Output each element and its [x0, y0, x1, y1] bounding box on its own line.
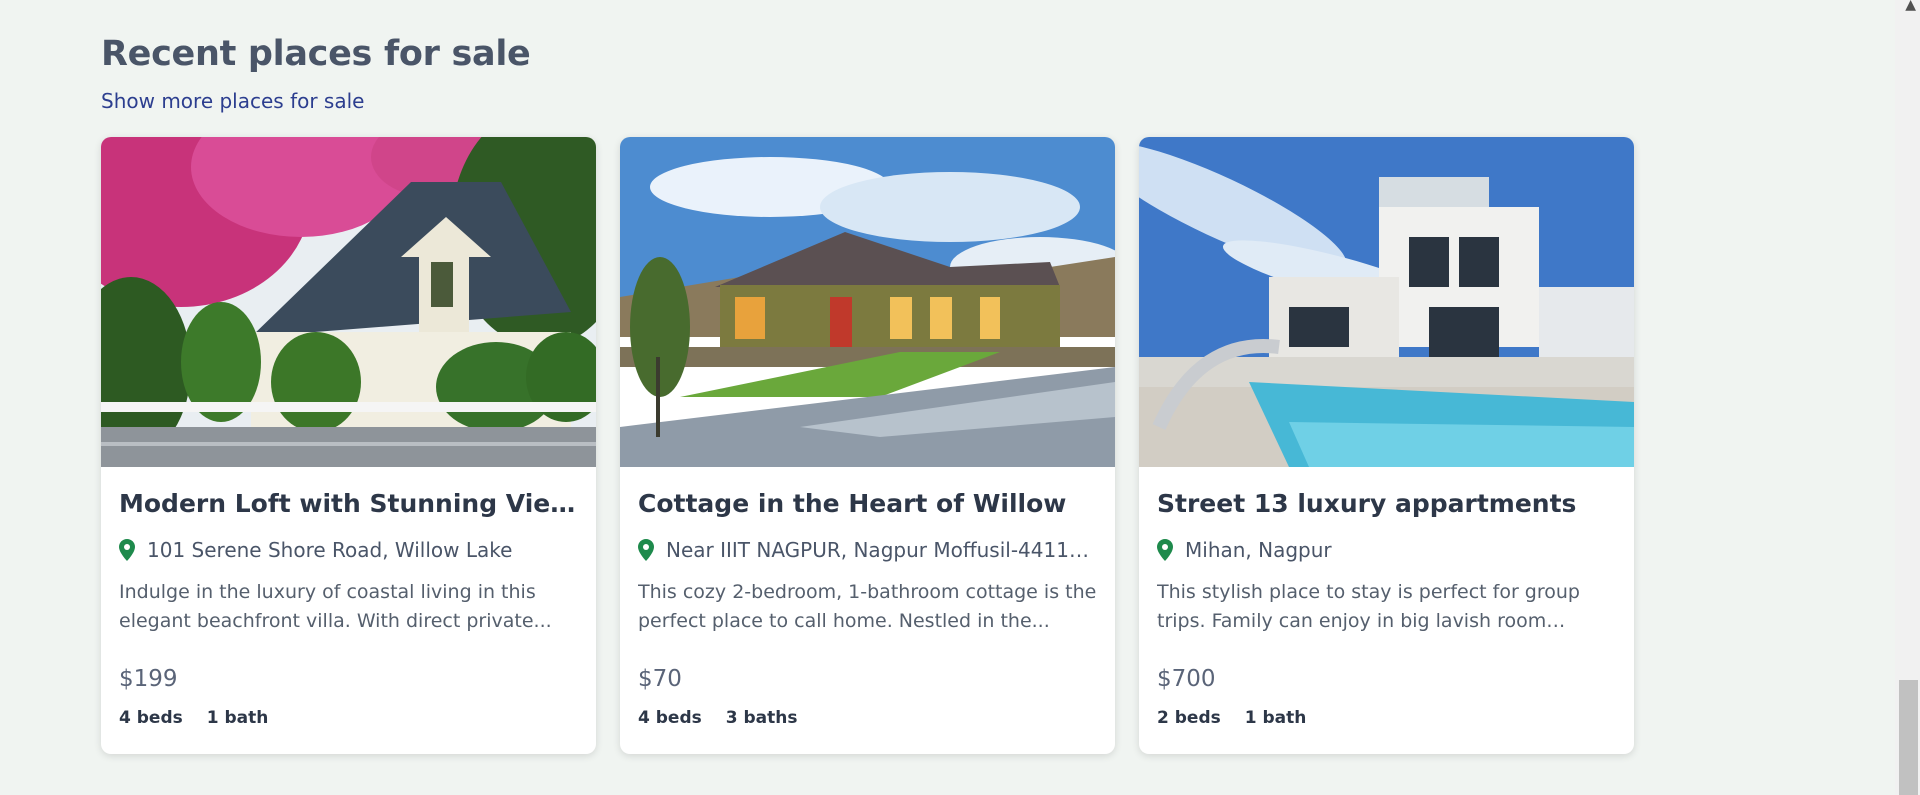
listing-beds: 4 beds [119, 708, 183, 728]
listing-title: Cottage in the Heart of Willow [638, 489, 1067, 518]
listing-address: Mihan, Nagpur [1157, 538, 1616, 562]
listing-address-text: 101 Serene Shore Road, Willow Lake [147, 538, 513, 562]
listing-beds: 4 beds [638, 708, 702, 728]
listing-card[interactable]: Cottage in the Heart of Willow Near IIIT… [620, 137, 1115, 754]
listing-cards: Modern Loft with Stunning Views 101 Sere… [101, 137, 1634, 754]
listing-meta: 2 beds 1 bath [1157, 708, 1616, 728]
listing-address-text: Near IIIT NAGPUR, Nagpur Moffusil-441108… [666, 538, 1097, 562]
listing-meta: 4 beds 1 bath [119, 708, 578, 728]
listing-address-text: Mihan, Nagpur [1185, 538, 1332, 562]
page-scrollbar[interactable]: ▲ [1895, 0, 1920, 795]
map-pin-icon [119, 539, 135, 561]
page: Recent places for sale Show more places … [0, 0, 1920, 795]
listing-card[interactable]: Modern Loft with Stunning Views 101 Sere… [101, 137, 596, 754]
scrollbar-thumb[interactable] [1899, 680, 1918, 795]
listing-title: Street 13 luxury appartments [1157, 489, 1577, 518]
map-pin-icon [638, 539, 654, 561]
show-more-link[interactable]: Show more places for sale [101, 89, 364, 113]
listing-card[interactable]: Street 13 luxury appartments Mihan, Nagp… [1139, 137, 1634, 754]
listing-address: Near IIIT NAGPUR, Nagpur Moffusil-441108… [638, 538, 1097, 562]
map-pin-icon [1157, 539, 1173, 561]
chevron-up-icon[interactable]: ▲ [1905, 0, 1916, 12]
listing-baths: 1 bath [1244, 708, 1307, 728]
section-title: Recent places for sale [101, 34, 531, 74]
listing-photo-villa [1139, 137, 1634, 467]
listing-photo-cottage [620, 137, 1115, 467]
listing-price: $70 [638, 666, 682, 692]
listing-price: $700 [1157, 666, 1216, 692]
listing-baths: 3 baths [725, 708, 798, 728]
listing-photo-house [101, 137, 596, 467]
listing-description: This cozy 2-bedroom, 1-bathroom cottage … [638, 581, 1097, 632]
listing-description: This stylish place to stay is perfect fo… [1157, 581, 1580, 632]
listing-beds: 2 beds [1157, 708, 1221, 728]
listing-meta: 4 beds 3 baths [638, 708, 1097, 728]
listing-title: Modern Loft with Stunning Views [119, 489, 578, 518]
listing-address: 101 Serene Shore Road, Willow Lake [119, 538, 578, 562]
listing-price: $199 [119, 666, 178, 692]
listing-baths: 1 bath [206, 708, 269, 728]
listing-description: Indulge in the luxury of coastal living … [119, 581, 552, 632]
